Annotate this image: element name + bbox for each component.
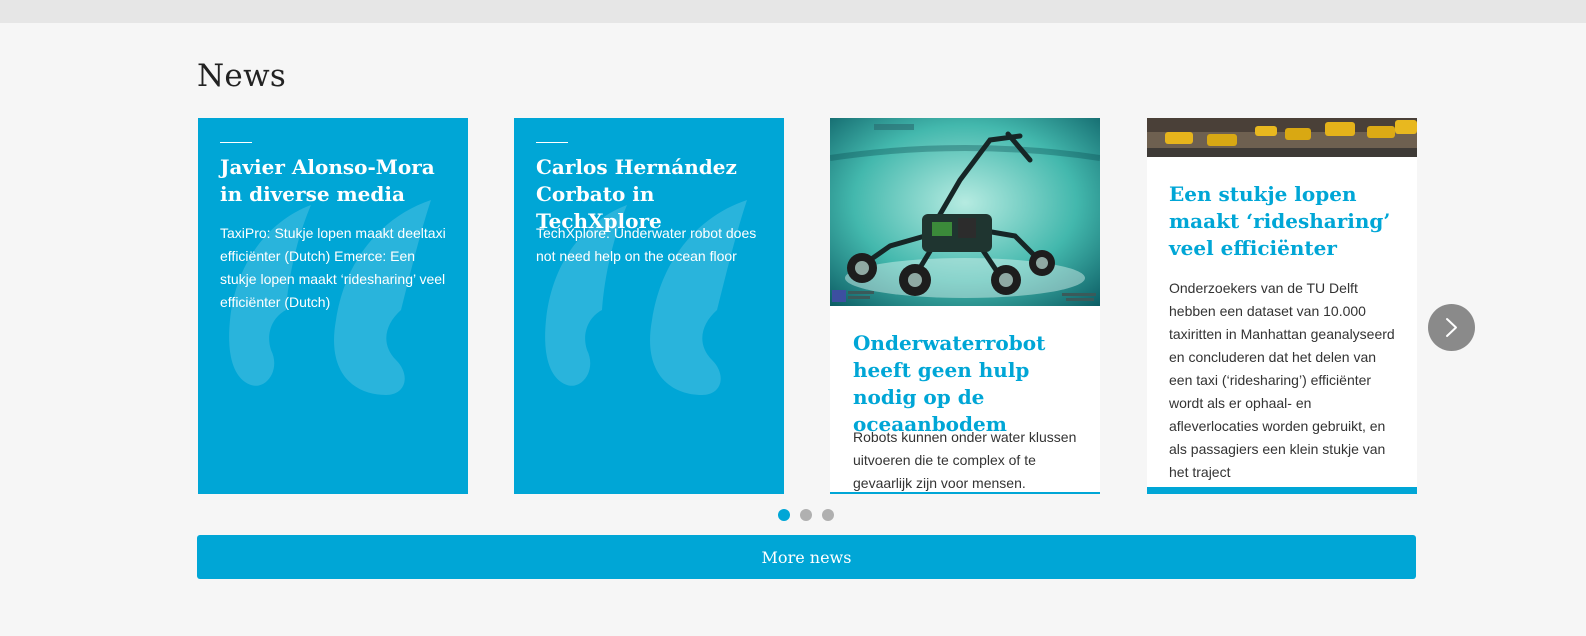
taxi-street-image [1147, 118, 1417, 157]
card-title[interactable]: Onderwaterrobot heeft geen hulp nodig op… [853, 330, 1085, 438]
card-title[interactable]: Een stukje lopen maakt ‘ridesharing’ vee… [1169, 181, 1401, 262]
card-text: Robots kunnen onder water klussen uitvoe… [853, 429, 1077, 491]
card-text: Onderzoekers van de TU Delft hebben een … [1169, 280, 1395, 480]
carousel-next-button[interactable] [1428, 304, 1475, 351]
news-card-article-1[interactable]: Onderwaterrobot heeft geen hulp nodig op… [830, 118, 1100, 494]
article-image-underwater-robot[interactable] [830, 118, 1100, 306]
title-rule [536, 142, 568, 143]
more-news-button[interactable]: More news [197, 535, 1416, 579]
card-title[interactable]: Javier Alonso-Mora in diverse media [220, 154, 452, 208]
carousel-dot-3[interactable] [822, 509, 834, 521]
news-card-quote-1[interactable]: Javier Alonso-Mora in diverse media Taxi… [198, 118, 468, 494]
card-text: TechXplore: Underwater robot does not ne… [536, 225, 757, 264]
article-image-taxis[interactable] [1147, 118, 1417, 157]
title-rule [220, 142, 252, 143]
top-bar [0, 0, 1586, 23]
chevron-right-icon [1446, 318, 1457, 337]
underwater-robot-image [830, 118, 1100, 306]
carousel-dot-1[interactable] [778, 509, 790, 521]
carousel-dot-2[interactable] [800, 509, 812, 521]
section-title: News [197, 58, 287, 94]
news-card-article-2[interactable]: Een stukje lopen maakt ‘ridesharing’ vee… [1147, 118, 1417, 494]
news-card-quote-2[interactable]: Carlos Hernández Corbato in TechXplore T… [514, 118, 784, 494]
card-text: TaxiPro: Stukje lopen maakt deeltaxi eff… [220, 225, 446, 310]
